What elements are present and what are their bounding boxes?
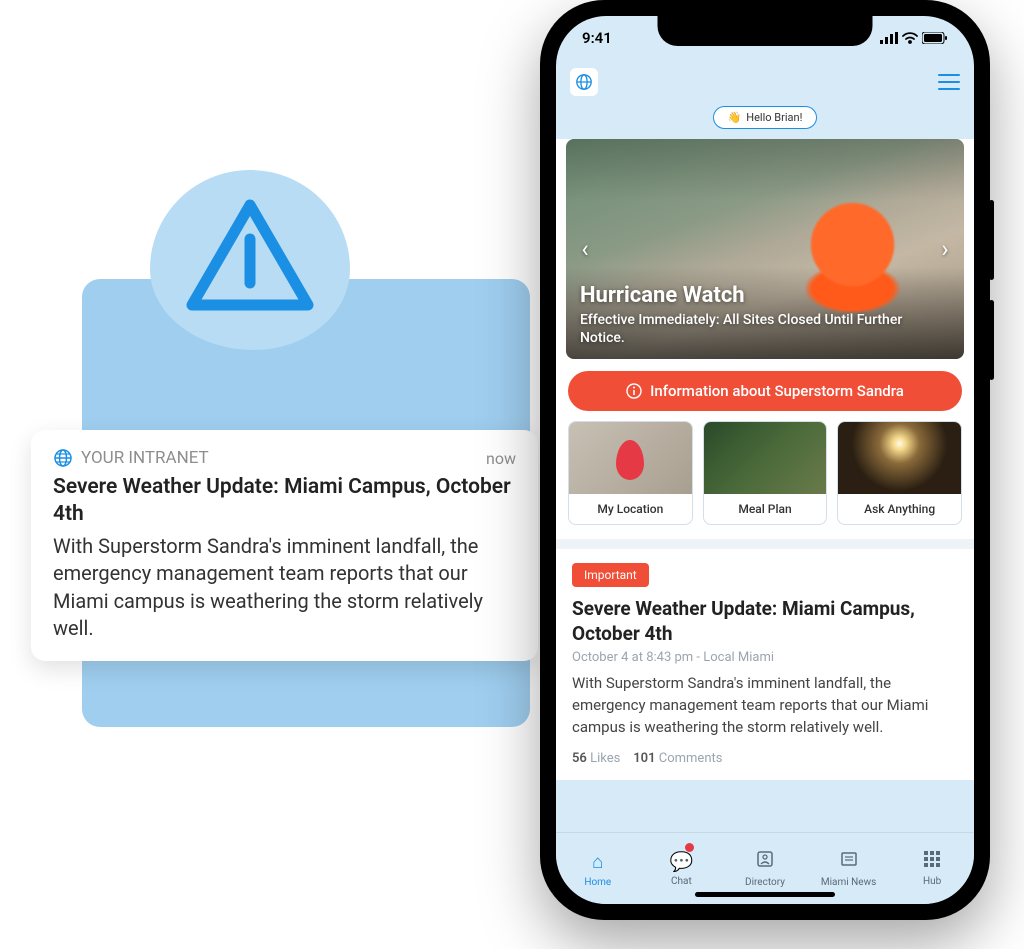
comments-count: 101 [633,751,655,766]
feed-post[interactable]: Important Severe Weather Update: Miami C… [556,549,974,780]
phone-mockup-frame: 9:41 👋 Hello Brian! ‹ › [540,0,990,920]
tile-ask-anything[interactable]: Ask Anything [837,421,962,525]
app-header [556,60,974,104]
notification-body: With Superstorm Sandra's imminent landfa… [53,533,516,643]
tile-my-location[interactable]: My Location [568,421,693,525]
tab-label: Chat [671,876,692,887]
info-icon [626,383,642,399]
tile-label: Meal Plan [704,494,827,524]
battery-icon [922,32,948,44]
tab-hub[interactable]: Hub [890,833,974,904]
wave-icon: 👋 [728,111,742,124]
hero-subtitle: Effective Immediately: All Sites Closed … [580,311,950,347]
hero-carousel[interactable]: ‹ › Hurricane Watch Effective Immediatel… [566,139,964,359]
tile-image [704,422,827,494]
phone-notch [658,16,873,46]
tab-label: Directory [745,877,785,888]
home-icon: ⌂ [592,850,603,874]
warning-triangle-icon [182,197,318,317]
globe-icon [575,73,593,91]
push-notification-card[interactable]: YOUR INTRANET now Severe Weather Update:… [31,430,538,661]
tab-label: Hub [923,876,941,887]
greeting-pill[interactable]: 👋 Hello Brian! [713,106,818,129]
tab-label: Home [584,877,611,888]
tab-label: Miami News [821,877,876,888]
status-bar-icons [880,32,948,44]
hero-overlay-text: Hurricane Watch Effective Immediately: A… [580,283,950,347]
notification-dot-icon [685,843,694,852]
likes-label: Likes [590,751,620,766]
hero-title: Hurricane Watch [580,283,950,308]
directory-icon [755,849,775,874]
likes-count: 56 [572,751,587,766]
home-indicator[interactable] [695,892,835,897]
post-stats: 56 Likes 101 Comments [572,751,958,766]
alert-banner-label: Information about Superstorm Sandra [650,382,904,400]
notification-title: Severe Weather Update: Miami Campus, Oct… [53,474,516,529]
greeting-text: Hello Brian! [746,111,802,124]
tile-image [838,422,961,494]
main-content: ‹ › Hurricane Watch Effective Immediatel… [556,139,974,780]
wifi-icon [902,32,918,44]
tile-image [569,422,692,494]
app-logo-button[interactable] [570,68,598,96]
carousel-next-button[interactable]: › [930,234,960,264]
news-icon [839,849,859,874]
alert-banner-button[interactable]: Information about Superstorm Sandra [568,371,962,411]
tile-label: My Location [569,494,692,524]
globe-icon [53,448,73,468]
post-badge: Important [572,563,649,587]
menu-button[interactable] [938,74,960,90]
post-title: Severe Weather Update: Miami Campus, Oct… [572,597,958,646]
chat-icon: 💬 [670,850,694,873]
tile-label: Ask Anything [838,494,961,524]
grid-icon [923,850,941,873]
post-body: With Superstorm Sandra's imminent landfa… [572,673,958,738]
quick-tiles-row: My Location Meal Plan Ask Anything [556,421,974,539]
notification-app-name: YOUR INTRANET [81,448,209,468]
post-meta: October 4 at 8:43 pm - Local Miami [572,650,958,665]
carousel-prev-button[interactable]: ‹ [570,234,600,264]
tile-meal-plan[interactable]: Meal Plan [703,421,828,525]
section-divider [556,539,974,549]
tab-home[interactable]: ⌂ Home [556,833,640,904]
notification-header: YOUR INTRANET now [53,448,516,468]
greeting-row: 👋 Hello Brian! [556,104,974,139]
status-time: 9:41 [582,29,612,47]
comments-label: Comments [659,751,723,766]
phone-screen: 9:41 👋 Hello Brian! ‹ › [556,16,974,904]
notification-time: now [486,449,516,468]
signal-icon [880,32,898,44]
